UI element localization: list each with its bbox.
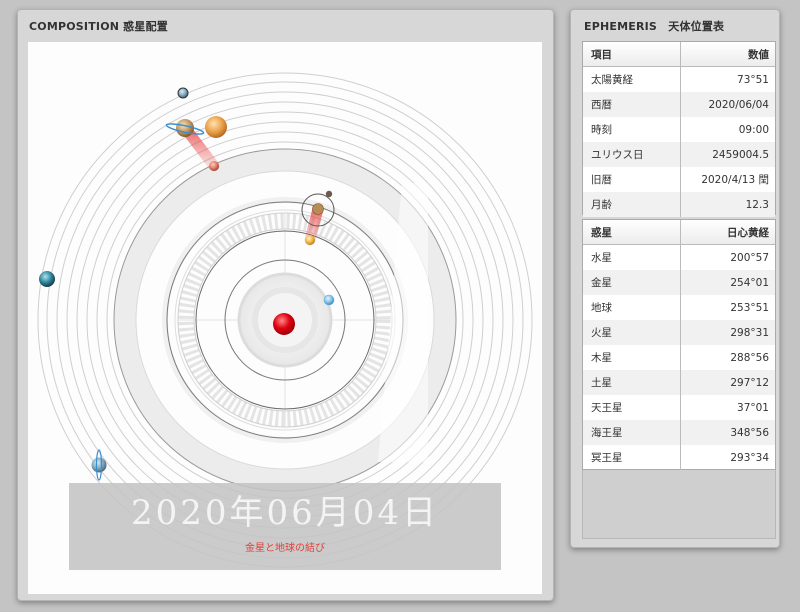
orbit-canvas[interactable]: 2020年06月04日 金星と地球の結び: [28, 42, 542, 594]
earth-icon[interactable]: [312, 203, 324, 215]
row-value: 12.3: [680, 192, 775, 217]
composition-title: COMPOSITION 惑星配置: [29, 20, 168, 33]
row-label: ユリウス日: [583, 142, 681, 167]
row-value: 2020/4/13 閏: [701, 174, 769, 186]
planet-name: 木星: [583, 345, 681, 370]
planet-table: 惑星 日心黄経 水星 200°57 金星 254°01 地球 253°51 火星…: [582, 219, 776, 470]
table-row: 時刻 09:00: [583, 117, 775, 142]
pluto-icon[interactable]: [177, 87, 189, 99]
planet-longitude: 348°56: [680, 420, 775, 445]
planet-name: 海王星: [583, 420, 681, 445]
moon-icon[interactable]: [325, 190, 333, 198]
info-header-value: 数値: [680, 42, 775, 67]
table-row: 水星 200°57: [583, 244, 775, 270]
table-row: 海王星 348°56: [583, 420, 775, 445]
neptune-icon[interactable]: [39, 271, 55, 287]
info-table: 項目 数値 太陽黄経 73°51 西暦 2020/06/04 時刻 09:00: [582, 41, 776, 217]
table-row: 地球 253°51: [583, 295, 775, 320]
planet-table-empty-area: [582, 470, 776, 539]
row-label: 太陽黄経: [583, 66, 681, 92]
jupiter-icon[interactable]: [205, 116, 227, 138]
table-row: 金星 254°01: [583, 270, 775, 295]
date-display: 2020年06月04日: [130, 493, 440, 533]
planet-name: 天王星: [583, 395, 681, 420]
planet-name: 地球: [583, 295, 681, 320]
mercury-icon[interactable]: [323, 294, 335, 306]
table-row: 土星 297°12: [583, 370, 775, 395]
table-row: 木星 288°56: [583, 345, 775, 370]
planet-name: 金星: [583, 270, 681, 295]
event-caption: 金星と地球の結び: [245, 543, 325, 554]
row-value: 73°51: [737, 73, 769, 86]
mars-icon[interactable]: [209, 161, 219, 171]
planet-longitude: 293°34: [730, 451, 769, 464]
ephemeris-title: EPHEMERIS 天体位置表: [584, 20, 725, 33]
planet-name: 土星: [583, 370, 681, 395]
row-value: 09:00: [738, 123, 769, 136]
table-row: 西暦 2020/06/04: [583, 92, 775, 117]
composition-panel: COMPOSITION 惑星配置 2020年06月04日 金星と地球の結び: [17, 9, 554, 601]
planet-name: 冥王星: [583, 445, 681, 470]
planet-longitude: 297°12: [680, 370, 775, 395]
table-row: ユリウス日 2459004.5: [583, 142, 775, 167]
info-header-item: 項目: [583, 42, 681, 67]
planet-longitude: 254°01: [680, 270, 775, 295]
row-label: 時刻: [583, 117, 681, 142]
table-row: 火星 298°31: [583, 320, 775, 345]
planet-longitude: 288°56: [730, 351, 769, 364]
planet-header-name: 惑星: [583, 220, 681, 245]
table-row: 天王星 37°01: [583, 395, 775, 420]
date-overlay: 2020年06月04日 金星と地球の結び: [69, 483, 501, 570]
row-value: 2459004.5: [680, 142, 775, 167]
table-row: 旧暦 2020/4/13 閏: [583, 167, 775, 192]
planet-name: 水星: [583, 244, 681, 270]
row-label: 西暦: [583, 92, 681, 117]
planet-header-longitude: 日心黄経: [680, 220, 775, 245]
row-value: 2020/06/04: [680, 92, 775, 117]
table-row: 月齢 12.3: [583, 192, 775, 217]
planet-longitude: 200°57: [730, 251, 769, 264]
table-row: 冥王星 293°34: [583, 445, 775, 470]
row-label: 月齢: [583, 192, 681, 217]
ephemeris-panel: EPHEMERIS 天体位置表 項目 数値 太陽黄経 73°51 西暦 2020…: [570, 9, 780, 548]
planet-longitude: 298°31: [680, 320, 775, 345]
row-label: 旧暦: [583, 167, 681, 192]
table-row: 太陽黄経 73°51: [583, 66, 775, 92]
planet-name: 火星: [583, 320, 681, 345]
venus-icon[interactable]: [305, 235, 315, 245]
planet-longitude: 253°51: [730, 301, 769, 314]
planet-longitude: 37°01: [737, 401, 769, 414]
sun-icon[interactable]: [273, 313, 295, 335]
